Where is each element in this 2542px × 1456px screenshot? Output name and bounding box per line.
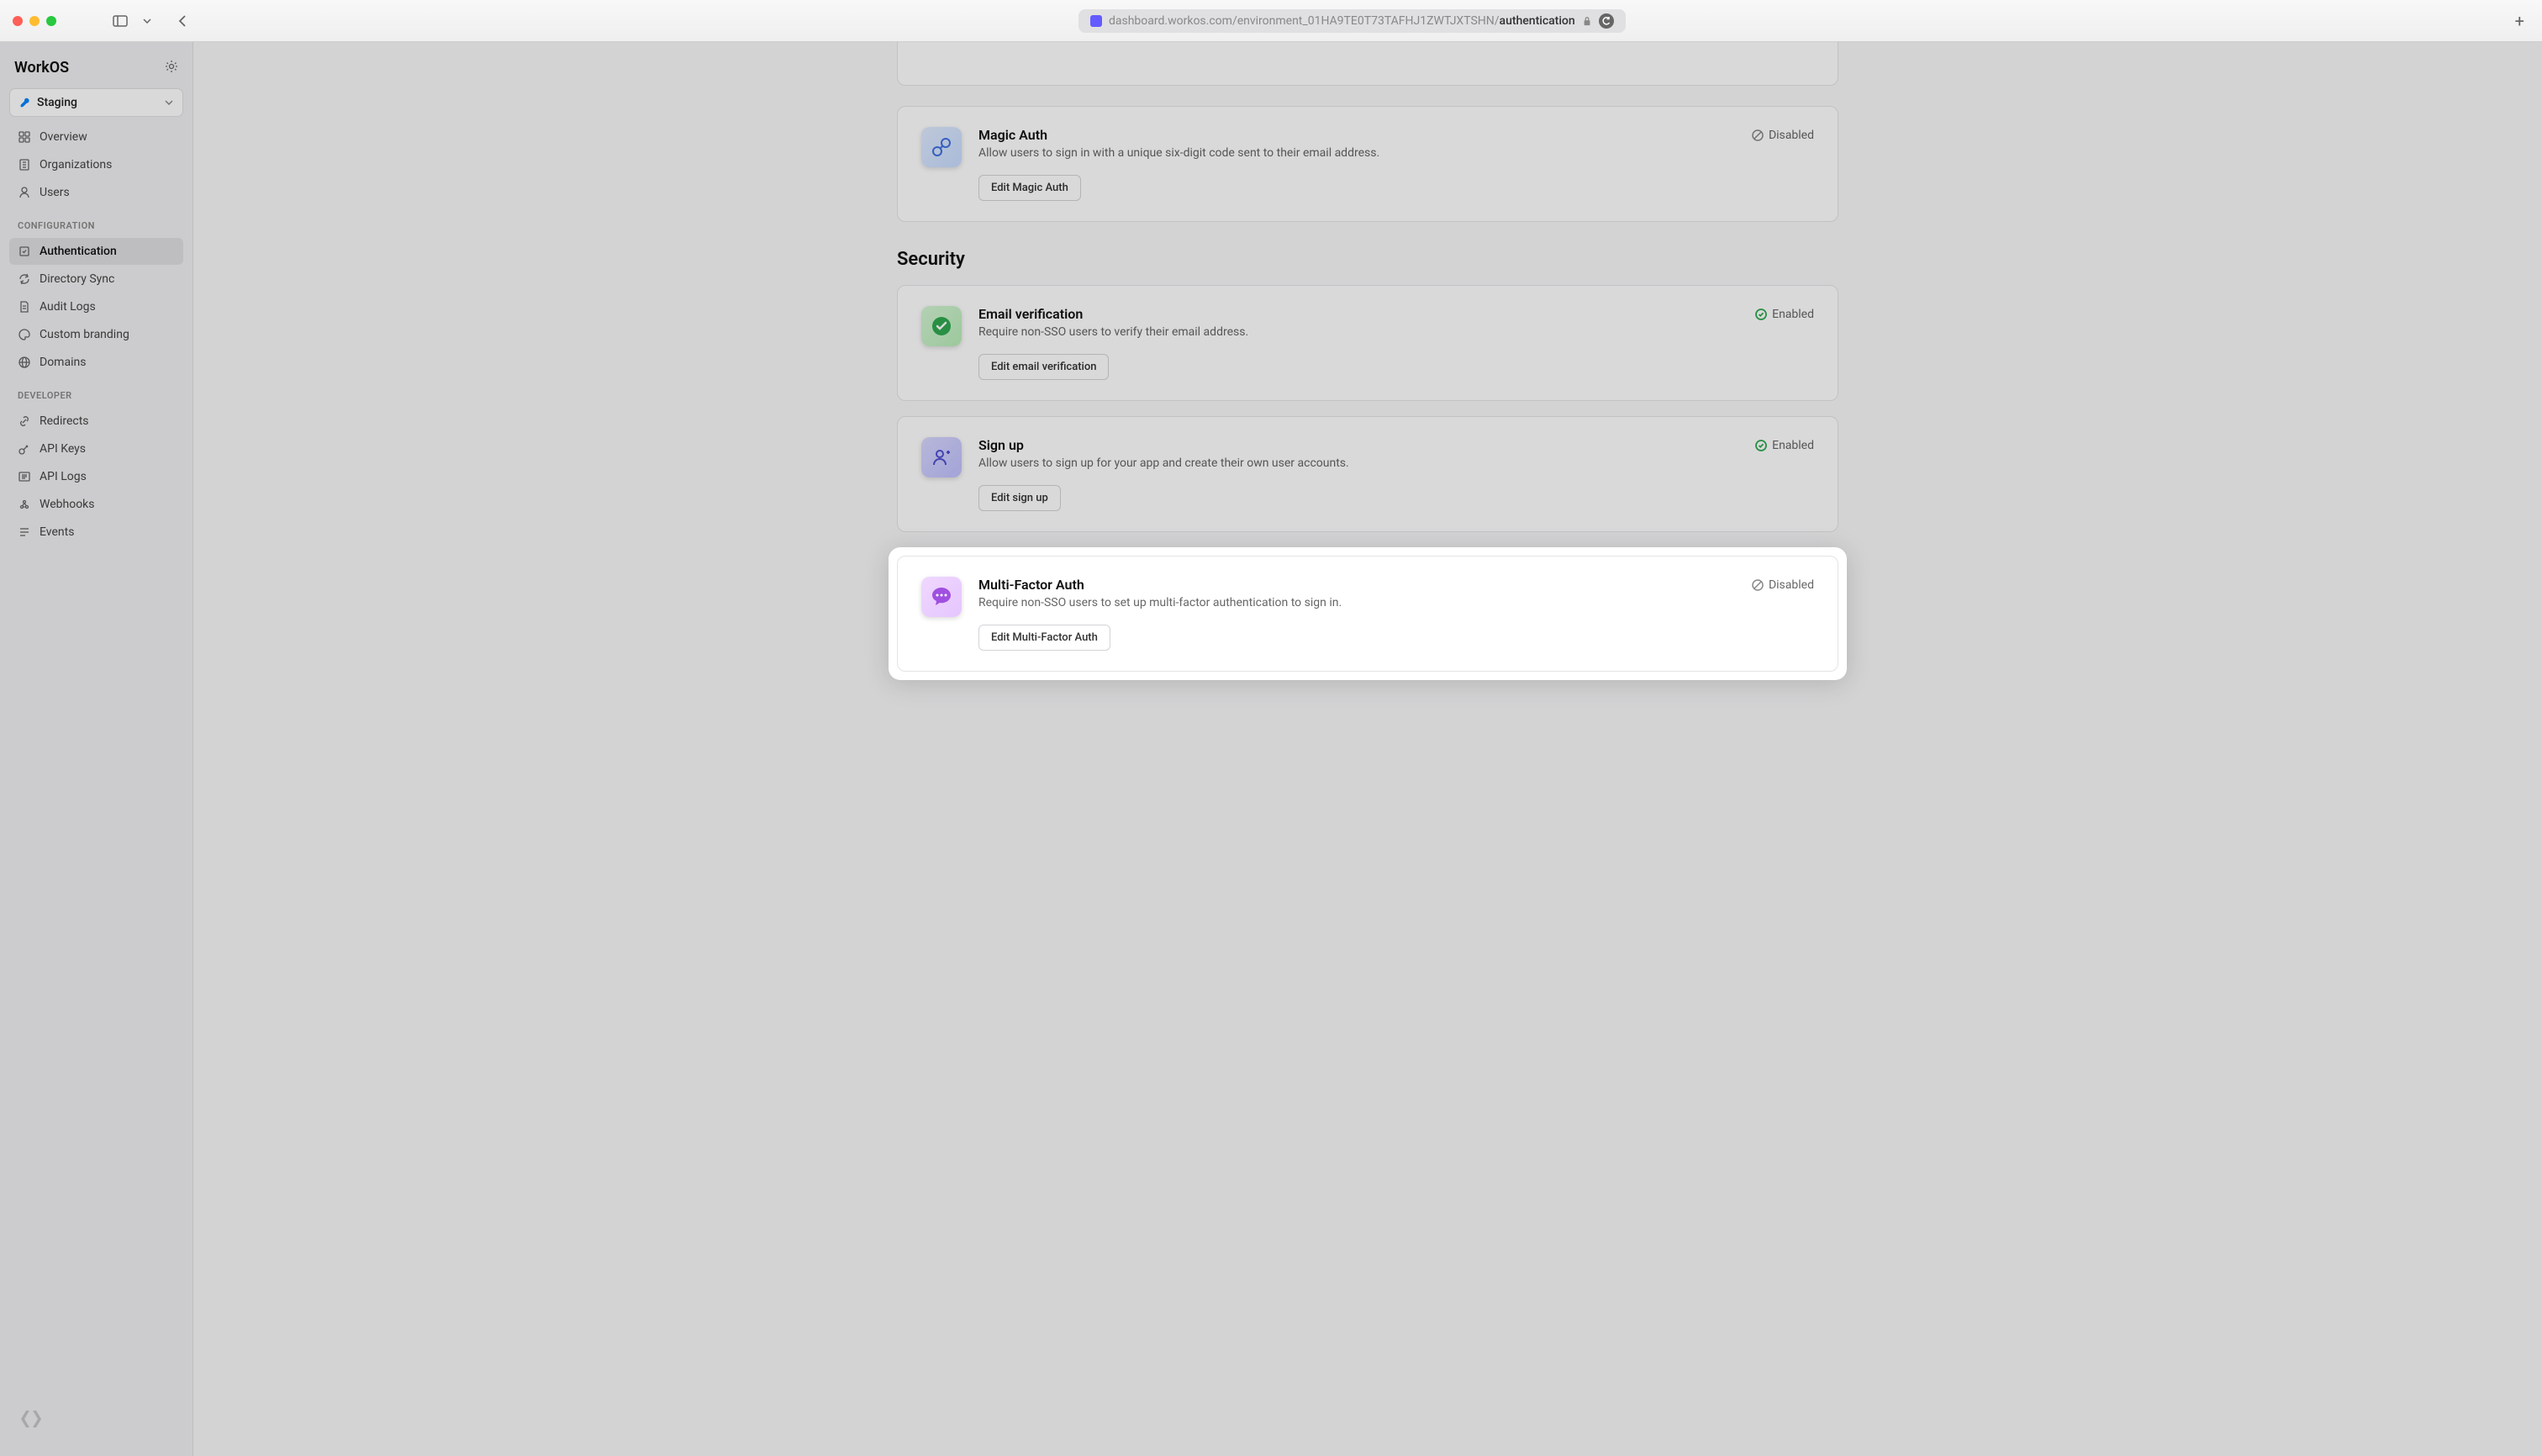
nav-label: Organizations xyxy=(40,158,112,171)
nav-item-overview[interactable]: Overview xyxy=(9,124,183,150)
speech-bubble-icon xyxy=(921,577,962,617)
disabled-icon xyxy=(1752,129,1764,141)
workos-logo-icon xyxy=(18,1406,45,1432)
card-multi-factor-auth: Multi-Factor Auth Disabled Require n xyxy=(897,556,1838,672)
traffic-lights xyxy=(13,16,56,26)
section-label-configuration: CONFIGURATION xyxy=(9,207,183,238)
card-title: Magic Auth xyxy=(978,127,1047,143)
nav-label: API Keys xyxy=(40,442,86,456)
palette-icon xyxy=(18,328,31,341)
nav-label: Webhooks xyxy=(40,498,95,511)
nav-label: Events xyxy=(40,525,74,539)
nav-item-audit-logs[interactable]: Audit Logs xyxy=(9,293,183,320)
card-email-verification: Email verification Enabled Require non-S… xyxy=(897,285,1838,401)
status-text: Enabled xyxy=(1772,439,1814,452)
card-description: Allow users to sign in with a unique six… xyxy=(978,146,1814,160)
card-sign-up: Sign up Enabled Allow users to sign up f… xyxy=(897,416,1838,532)
nav-item-authentication[interactable]: Authentication xyxy=(9,238,183,265)
enabled-icon xyxy=(1755,440,1767,451)
nav-label: Directory Sync xyxy=(40,272,114,286)
nav-item-domains[interactable]: Domains xyxy=(9,349,183,376)
building-icon xyxy=(18,158,31,171)
status-badge: Disabled xyxy=(1752,129,1814,142)
edit-multi-factor-auth-button[interactable]: Edit Multi-Factor Auth xyxy=(978,625,1110,651)
brand-name: WorkOS xyxy=(14,59,69,76)
nav-label: Audit Logs xyxy=(40,300,96,314)
link-icon xyxy=(18,414,31,428)
url-text: dashboard.workos.com/environment_01HA9TE… xyxy=(1109,14,1575,28)
nav-label: Custom branding xyxy=(40,328,129,341)
wrench-icon xyxy=(18,97,30,108)
nav-item-api-keys[interactable]: API Keys xyxy=(9,435,183,462)
nav-label: Overview xyxy=(40,130,87,144)
grid-icon xyxy=(18,130,31,144)
environment-selector[interactable]: Staging xyxy=(9,88,183,117)
webhook-icon xyxy=(18,498,31,511)
nav-label: Users xyxy=(40,186,70,199)
enabled-icon xyxy=(1755,309,1767,320)
nav-label: Domains xyxy=(40,356,86,369)
url-bar[interactable]: dashboard.workos.com/environment_01HA9TE… xyxy=(221,9,2483,33)
settings-button[interactable] xyxy=(165,60,178,76)
window-minimize-button[interactable] xyxy=(29,16,40,26)
main-content[interactable]: Edit Magic Auth xyxy=(193,42,2542,1456)
edit-magic-auth-button[interactable]: Edit Magic Auth xyxy=(978,175,1081,201)
list-icon xyxy=(18,470,31,483)
status-text: Disabled xyxy=(1769,129,1814,142)
lines-icon xyxy=(18,525,31,539)
edit-email-verification-button[interactable]: Edit email verification xyxy=(978,354,1109,380)
environment-label: Staging xyxy=(37,96,157,109)
window-close-button[interactable] xyxy=(13,16,23,26)
security-heading: Security xyxy=(897,249,1838,270)
site-favicon xyxy=(1090,15,1102,27)
partial-card: Edit xyxy=(897,42,1838,86)
globe-icon xyxy=(18,356,31,369)
nav-item-organizations[interactable]: Organizations xyxy=(9,151,183,178)
lock-icon xyxy=(1582,16,1592,26)
browser-back-button[interactable] xyxy=(171,11,194,31)
browser-chrome: dashboard.workos.com/environment_01HA9TE… xyxy=(0,0,2542,42)
key-icon xyxy=(18,442,31,456)
nav-item-directory-sync[interactable]: Directory Sync xyxy=(9,266,183,293)
shield-icon xyxy=(18,245,31,258)
window-maximize-button[interactable] xyxy=(46,16,56,26)
nav-item-webhooks[interactable]: Webhooks xyxy=(9,491,183,518)
card-description: Allow users to sign up for your app and … xyxy=(978,456,1814,470)
card-description: Require non-SSO users to verify their em… xyxy=(978,325,1814,339)
card-title: Multi-Factor Auth xyxy=(978,577,1084,593)
nav-item-events[interactable]: Events xyxy=(9,519,183,546)
user-icon xyxy=(18,186,31,199)
nav-item-custom-branding[interactable]: Custom branding xyxy=(9,321,183,348)
status-badge: Disabled xyxy=(1752,578,1814,592)
status-badge: Enabled xyxy=(1755,439,1814,452)
nav-item-users[interactable]: Users xyxy=(9,179,183,206)
nav-label: Redirects xyxy=(40,414,89,428)
nav-label: API Logs xyxy=(40,470,87,483)
card-title: Email verification xyxy=(978,306,1083,322)
section-label-developer: DEVELOPER xyxy=(9,377,183,408)
chevron-down-icon xyxy=(164,99,174,106)
card-description: Require non-SSO users to set up multi-fa… xyxy=(978,596,1814,609)
status-text: Disabled xyxy=(1769,578,1814,592)
sidebar-toggle-button[interactable] xyxy=(108,11,132,31)
edit-sign-up-button[interactable]: Edit sign up xyxy=(978,485,1061,511)
nav-item-redirects[interactable]: Redirects xyxy=(9,408,183,435)
status-badge: Enabled xyxy=(1755,308,1814,321)
status-text: Enabled xyxy=(1772,308,1814,321)
sidebar: WorkOS Staging Overview xyxy=(0,42,193,1456)
refresh-button[interactable] xyxy=(1599,13,1614,29)
highlighted-card-wrapper: Multi-Factor Auth Disabled Require n xyxy=(889,547,1847,680)
card-magic-auth: Magic Auth Disabled Allow users to sign … xyxy=(897,106,1838,222)
file-icon xyxy=(18,300,31,314)
new-tab-button[interactable]: + xyxy=(2510,11,2529,31)
user-plus-icon xyxy=(921,437,962,477)
nav-item-api-logs[interactable]: API Logs xyxy=(9,463,183,490)
disabled-icon xyxy=(1752,579,1764,591)
checkmark-badge-icon xyxy=(921,306,962,346)
card-title: Sign up xyxy=(978,437,1024,453)
magic-link-icon xyxy=(921,127,962,167)
refresh-icon xyxy=(18,272,31,286)
nav-label: Authentication xyxy=(40,245,117,258)
chevron-down-icon[interactable] xyxy=(135,11,159,31)
